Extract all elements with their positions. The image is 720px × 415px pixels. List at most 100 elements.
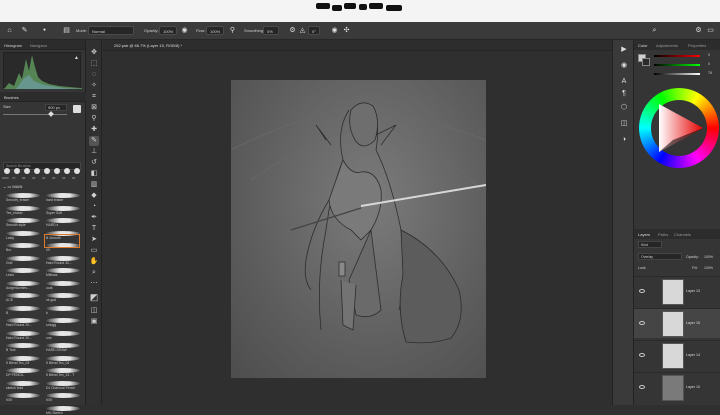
brush-name[interactable]: Hard Round 20... — [6, 336, 32, 340]
smoothing-options-icon[interactable]: ⚙ — [288, 26, 297, 35]
brush-name[interactable]: MK-Sketch — [46, 411, 63, 415]
blur-tool-icon[interactable]: ◆ — [89, 191, 99, 201]
screen-mode-icon[interactable]: ▣ — [89, 317, 99, 327]
brush-name[interactable]: ucat — [46, 286, 52, 290]
more-tools-icon[interactable]: ⋯ — [89, 279, 99, 289]
brush-name[interactable]: 5 Blend Tex_13 - T — [46, 373, 74, 377]
brush-preset-dot[interactable] — [34, 168, 40, 174]
pressure-opacity-icon[interactable]: ◉ — [180, 26, 189, 35]
brush-name[interactable]: Tex_eraser — [6, 211, 23, 215]
frame-tool-icon[interactable]: ⊠ — [89, 103, 99, 113]
tab-layers[interactable]: Layers — [638, 232, 650, 237]
red-slider[interactable] — [654, 55, 700, 57]
brush-name[interactable]: B Tool — [6, 348, 15, 352]
home-icon[interactable]: ⌂ — [5, 26, 14, 35]
background-swatch[interactable] — [642, 58, 650, 66]
tab-properties[interactable]: Properties — [688, 43, 706, 48]
brush-name[interactable]: ACE — [6, 298, 13, 302]
brush-name[interactable]: hard eraser — [46, 198, 63, 202]
brush-name[interactable]: 5 Blend Tex_03 — [6, 361, 29, 365]
brush-tool-icon[interactable]: ✎ — [20, 26, 29, 35]
quick-mask-icon[interactable]: ◫ — [89, 306, 99, 316]
gear-icon[interactable]: ⚙ — [694, 26, 703, 35]
brush-name[interactable]: smugg — [46, 323, 56, 327]
brush-tool-icon[interactable]: ✎ — [89, 136, 99, 146]
tab-paths[interactable]: Paths — [658, 232, 668, 237]
color-picker-icon[interactable]: ◉ — [620, 62, 628, 70]
brush-stroke-preview[interactable] — [46, 305, 80, 311]
brush-preset-dot[interactable] — [54, 168, 60, 174]
hand-tool-icon[interactable]: ✋ — [89, 257, 99, 267]
layer-row[interactable]: Layer 10 — [634, 372, 720, 402]
fill-value[interactable]: 100% — [704, 266, 713, 270]
brush-name[interactable]: Grid — [6, 261, 12, 265]
brush-preset-dot[interactable] — [64, 168, 70, 174]
eraser-tool-icon[interactable]: ◧ — [89, 169, 99, 179]
brush-name[interactable]: K05 — [46, 398, 52, 402]
brush-name[interactable]: Lines — [6, 273, 14, 277]
layer-row[interactable]: Layer 14 — [634, 340, 720, 370]
brush-name[interactable]: B — [6, 311, 8, 315]
brush-name[interactable]: Hard Round 30... — [46, 261, 72, 265]
brush-name[interactable]: nk god — [46, 298, 56, 302]
search-icon[interactable]: ⌕ — [650, 26, 659, 35]
new-brush-icon[interactable] — [73, 105, 81, 113]
brush-stroke-preview[interactable] — [6, 305, 40, 311]
tab-adjustments[interactable]: Adjustments — [656, 43, 678, 48]
play-icon[interactable]: ▶ — [620, 46, 628, 54]
libraries-icon[interactable]: ◫ — [620, 120, 628, 128]
brush-preset-dot[interactable] — [74, 168, 80, 174]
green-slider[interactable] — [654, 64, 700, 66]
layer-name[interactable]: Layer 14 — [686, 353, 700, 357]
eyedropper-tool-icon[interactable]: ⚲ — [89, 114, 99, 124]
lasso-tool-icon[interactable]: ◌ — [89, 70, 99, 80]
brush-name[interactable]: DJ Charcoal Pencil — [46, 386, 75, 390]
tab-channels[interactable]: Channels — [674, 232, 691, 237]
zoom-tool-icon[interactable]: ⌕ — [89, 268, 99, 278]
pen-tool-icon[interactable]: ✒ — [89, 213, 99, 223]
size-input[interactable]: 900 px — [45, 104, 67, 111]
eye-icon[interactable] — [639, 353, 645, 357]
eye-icon[interactable] — [639, 321, 645, 325]
brush-folder[interactable]: ⌄ ▭ MAIN — [3, 184, 22, 189]
eye-icon[interactable] — [639, 289, 645, 293]
brush-name[interactable]: K05 — [6, 398, 12, 402]
brush-name[interactable]: 09 — [46, 248, 50, 252]
adjustments-icon[interactable]: ◑ — [620, 136, 628, 144]
smoothing-input[interactable]: 0% — [263, 26, 279, 35]
flow-input[interactable]: 100% — [206, 26, 224, 35]
canvas-area[interactable] — [103, 51, 612, 405]
layer-opacity-value[interactable]: 100% — [704, 255, 713, 259]
brush-name[interactable]: 5 Blend Tex_04 — [46, 361, 69, 365]
angle-icon[interactable]: ◬ — [298, 26, 307, 35]
crop-tool-icon[interactable]: ⌗ — [89, 92, 99, 102]
opacity-input[interactable]: 100% — [159, 26, 177, 35]
layer-row[interactable]: Layer 15 — [634, 308, 720, 338]
size-slider[interactable] — [3, 114, 67, 115]
size-slider-handle[interactable] — [48, 111, 54, 117]
tab-histogram[interactable]: Histogram — [4, 43, 22, 48]
eye-icon[interactable] — [639, 385, 645, 389]
brush-name[interactable]: sketch bold — [6, 386, 23, 390]
type-tool-icon[interactable]: T — [89, 224, 99, 234]
layer-name[interactable]: Layer 13 — [686, 289, 700, 293]
brush-preset-dot[interactable] — [4, 168, 10, 174]
airbrush-icon[interactable]: ⚲ — [228, 26, 237, 35]
gradient-tool-icon[interactable]: ▥ — [89, 180, 99, 190]
path-select-icon[interactable]: ➤ — [89, 235, 99, 245]
stamp-tool-icon[interactable]: ⊥ — [89, 147, 99, 157]
tab-navigator[interactable]: Navigator — [30, 43, 47, 48]
kind-filter[interactable]: Kind — [638, 241, 662, 248]
document-tab[interactable]: 252.psb @ 66.7% (Layer 15, RGB/8) * — [114, 43, 182, 48]
angle-input[interactable]: 0° — [308, 26, 320, 35]
brush-name[interactable]: Aufgeräumtes... — [6, 286, 30, 290]
marquee-tool-icon[interactable]: ⬚ — [89, 59, 99, 69]
cube-icon[interactable]: ⬡ — [620, 104, 628, 112]
brush-name[interactable]: b — [46, 311, 48, 315]
layer-name[interactable]: Layer 15 — [686, 321, 700, 325]
foreground-background-icon[interactable]: ◩ — [89, 292, 99, 302]
layer-name[interactable]: Layer 10 — [686, 385, 700, 389]
brightness-value[interactable]: 76 — [708, 71, 712, 75]
brush-name[interactable]: one — [46, 336, 52, 340]
brush-name[interactable]: Mittwas — [46, 273, 58, 277]
